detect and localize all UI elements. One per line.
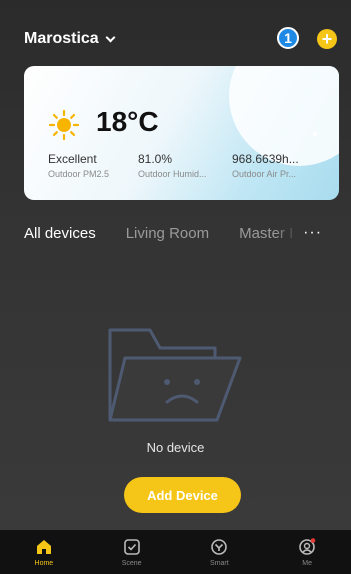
scene-icon — [123, 538, 140, 555]
empty-folder-icon — [108, 328, 242, 422]
add-device-button[interactable]: Add Device — [124, 477, 241, 513]
sun-icon — [48, 109, 80, 141]
bottom-nav: Home Scene Smart Me — [0, 530, 351, 574]
tab-living-room[interactable]: Living Room — [126, 225, 209, 242]
nav-label: Me — [302, 559, 312, 567]
header: Marostica 1 + — [0, 0, 351, 66]
home-name-label: Marostica — [24, 30, 99, 47]
add-button[interactable]: + — [317, 29, 337, 49]
profile-icon — [299, 537, 316, 555]
notification-badge[interactable]: 1 — [277, 27, 299, 49]
nav-me[interactable]: Me — [277, 537, 337, 567]
room-tabs: All devices Living Room Master I ··· — [24, 222, 351, 244]
stat-label: Outdoor PM2.5 — [48, 169, 110, 179]
stat-humidity: 81.0% Outdoor Humid... — [138, 152, 207, 179]
nav-scene[interactable]: Scene — [102, 538, 162, 567]
nav-label: Smart — [210, 559, 229, 567]
no-device-message: No device — [146, 440, 205, 455]
cloud-decoration — [229, 66, 339, 166]
temperature: 18°C — [96, 106, 159, 137]
sparkle-decoration — [313, 132, 317, 136]
nav-label: Home — [34, 559, 54, 567]
tab-master-bedroom[interactable]: Master I — [239, 225, 299, 242]
home-selector[interactable]: Marostica — [24, 30, 116, 48]
stat-label: Outdoor Air Pr... — [232, 169, 297, 179]
more-icon[interactable]: ··· — [303, 224, 322, 242]
stat-value: 968.6639h... — [232, 152, 299, 166]
weather-card[interactable]: 18°C Excellent Outdoor PM2.5 81.0% Outdo… — [24, 66, 339, 200]
stat-value: 81.0% — [138, 152, 173, 166]
stat-pm25: Excellent Outdoor PM2.5 — [48, 152, 109, 179]
smart-icon — [211, 538, 228, 555]
nav-smart[interactable]: Smart — [189, 538, 249, 567]
nav-label: Scene — [121, 559, 142, 567]
app-screen: Marostica 1 + 18°C Excellent Outdoor PM2… — [0, 0, 351, 574]
stat-value: Excellent — [48, 152, 97, 166]
home-icon — [36, 539, 51, 554]
tab-all-devices[interactable]: All devices — [24, 225, 96, 242]
chevron-down-icon — [105, 32, 116, 42]
nav-home[interactable]: Home — [14, 538, 74, 567]
stat-label: Outdoor Humid... — [138, 169, 207, 179]
stat-air-pressure: 968.6639h... Outdoor Air Pr... — [232, 152, 299, 179]
